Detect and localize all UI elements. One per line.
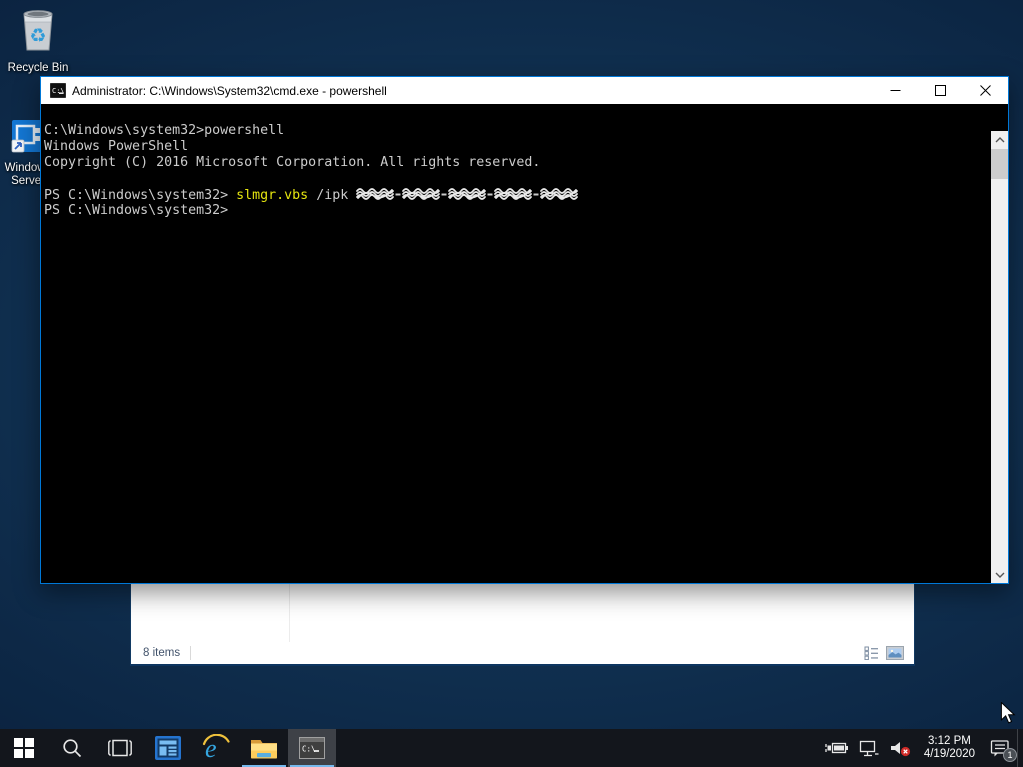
cmd-powershell-window[interactable]: C:\ Administrator: C:\Windows\System32\c… [40,76,1009,584]
taskbar: e C:\ [0,729,1023,767]
task-view-icon [108,739,132,757]
argument-token: /ipk [316,188,348,203]
file-explorer-icon [250,737,278,759]
volume-tray-button[interactable] [884,729,916,767]
action-center-button[interactable]: 1 [983,729,1017,767]
scrollbar-thumb[interactable] [991,149,1008,179]
network-tray-button[interactable] [854,729,884,767]
explorer-status-bar: 8 items [131,642,914,664]
command-token: slmgr.vbs [236,188,308,203]
task-view-button[interactable] [96,729,144,767]
show-desktop-button[interactable] [1017,729,1023,767]
taskbar-search-button[interactable] [48,729,96,767]
svg-text:♻: ♻ [29,25,46,47]
console-title-bar[interactable]: C:\ Administrator: C:\Windows\System32\c… [41,77,1008,104]
volume-muted-icon [889,740,911,757]
recycle-bin-label: Recycle Bin [6,62,70,75]
tray-time: 3:12 PM [924,735,975,748]
recycle-bin-icon: ♻ [16,6,60,54]
windows-logo-icon [14,738,34,758]
tray-clock[interactable]: 3:12 PM 4/19/2020 [916,735,983,761]
console-line: Windows PowerShell [44,139,991,155]
minimize-icon [890,85,901,96]
server-manager-icon [155,735,181,761]
search-icon [62,738,82,758]
status-bar-divider [190,646,191,660]
network-icon [859,740,879,757]
console-command-line: PS C:\Windows\system32>slmgr.vbs/ipk [44,187,991,203]
console-prompt-line: PS C:\Windows\system32> [44,203,991,219]
start-button[interactable] [0,729,48,767]
scrollbar-up-icon[interactable] [991,131,1008,148]
maximize-button[interactable] [918,77,963,104]
power-plug-icon [825,740,849,756]
scrollbar-down-icon[interactable] [991,566,1008,583]
console-scrollbar[interactable] [991,131,1008,583]
redacted-product-key-scribble [356,187,578,201]
system-tray: 3:12 PM 4/19/2020 1 [820,729,1023,767]
internet-explorer-icon: e [202,734,230,762]
console-line: Copyright (C) 2016 Microsoft Corporation… [44,155,991,171]
power-tray-button[interactable] [820,729,854,767]
explorer-pane-separator [289,584,290,642]
mouse-cursor [998,702,1018,724]
minimize-button[interactable] [873,77,918,104]
console-window-title: Administrator: C:\Windows\System32\cmd.e… [72,84,873,98]
large-icons-view-icon[interactable] [886,646,904,660]
tray-date: 4/19/2020 [924,748,975,761]
close-button[interactable] [963,77,1008,104]
console-blank-line [44,171,991,187]
close-icon [980,85,991,96]
internet-explorer-button[interactable]: e [192,729,240,767]
recycle-bin-desktop-icon[interactable]: ♻ Recycle Bin [6,6,70,75]
command-prompt-icon: C:\ [299,737,325,759]
explorer-item-count: 8 items [143,647,180,659]
file-explorer-button[interactable] [240,729,288,767]
console-line: C:\Windows\system32>powershell [44,123,991,139]
maximize-icon [935,85,946,96]
console-text: C:\Windows\system32>powershell Windows P… [41,104,991,583]
notification-badge: 1 [1003,748,1017,762]
console-output-area[interactable]: C:\Windows\system32>powershell Windows P… [41,104,1008,583]
cmd-window-icon: C:\ [50,83,66,98]
svg-text:C:\: C:\ [302,745,316,754]
command-prompt-taskbar-button[interactable]: C:\ [288,729,336,767]
server-manager-button[interactable] [144,729,192,767]
details-view-icon[interactable] [864,646,879,660]
